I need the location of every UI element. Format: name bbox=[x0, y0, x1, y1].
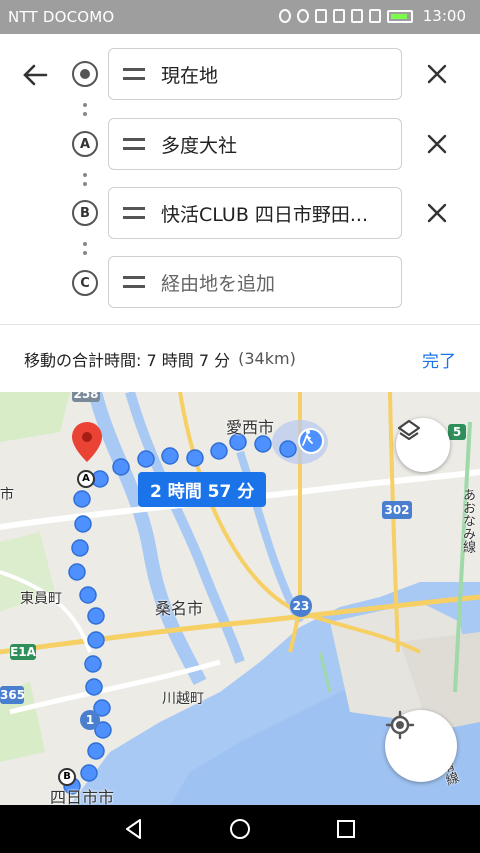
road-shield-258: 258 bbox=[72, 392, 100, 402]
route-connector bbox=[83, 173, 87, 191]
carrier-label: NTT DOCOMO bbox=[8, 8, 115, 26]
route-dot bbox=[210, 442, 228, 460]
route-dot bbox=[87, 607, 105, 625]
waypoint-marker-a: A bbox=[72, 131, 98, 157]
back-arrow-icon[interactable] bbox=[20, 60, 50, 90]
road-shield-302: 302 bbox=[382, 501, 412, 519]
my-location-button[interactable] bbox=[385, 710, 457, 782]
route-dot bbox=[68, 563, 86, 581]
current-location-marker bbox=[72, 61, 98, 87]
route-connector bbox=[83, 103, 87, 121]
system-nav-bar bbox=[0, 805, 480, 853]
map-marker-a[interactable]: A bbox=[77, 470, 95, 488]
road-shield-23: 23 bbox=[290, 595, 312, 617]
destination-pin-icon[interactable] bbox=[71, 422, 103, 470]
battery-icon bbox=[386, 9, 413, 23]
route-dot bbox=[87, 631, 105, 649]
drag-handle-icon[interactable] bbox=[123, 207, 145, 219]
status-bar: NTT DOCOMO 13:00 bbox=[0, 0, 480, 34]
route-dot bbox=[137, 450, 155, 468]
drag-handle-icon[interactable] bbox=[123, 138, 145, 150]
road-shield-e1a: E1A bbox=[10, 644, 36, 660]
nav-home-icon[interactable] bbox=[228, 817, 252, 841]
close-icon[interactable] bbox=[424, 131, 450, 157]
waypoint-field-a[interactable]: 多度大社 bbox=[108, 118, 402, 170]
drag-handle-icon[interactable] bbox=[123, 68, 145, 80]
route-dot bbox=[85, 678, 103, 696]
signal-icon bbox=[368, 9, 381, 23]
place-label-kuwana: 桑名市 bbox=[155, 599, 204, 618]
route-dot bbox=[161, 447, 179, 465]
my-location-icon bbox=[385, 710, 415, 740]
directions-panel: 現在地 A 多度大社 B 快活CLUB 四日市野田... C 経由地を追加 bbox=[0, 34, 480, 324]
waypoint-label: 快活CLUB 四日市野田... bbox=[161, 203, 369, 226]
map-view[interactable]: 愛西市 桑名市 東員町 川越町 四日市市 市 あおなみ線 名鉄常滑線 258 3… bbox=[0, 392, 480, 805]
place-label-kawagoe: 川越町 bbox=[162, 691, 204, 707]
close-icon[interactable] bbox=[424, 61, 450, 87]
route-dot bbox=[84, 655, 102, 673]
nav-back-icon[interactable] bbox=[122, 817, 146, 841]
vibrate-icon bbox=[332, 9, 345, 23]
route-connector bbox=[83, 242, 87, 260]
road-shield-1: 1 bbox=[80, 710, 100, 730]
drag-handle-icon[interactable] bbox=[123, 276, 145, 288]
route-dot bbox=[80, 764, 98, 782]
layers-button[interactable] bbox=[396, 418, 450, 472]
waypoint-label: 多度大社 bbox=[161, 134, 238, 157]
waypoint-marker-c: C bbox=[72, 270, 98, 296]
route-dot bbox=[71, 539, 89, 557]
wifi-icon bbox=[350, 9, 363, 23]
status-icons: 13:00 bbox=[278, 7, 466, 25]
road-shield-5: 5 bbox=[448, 424, 466, 440]
status-time: 13:00 bbox=[422, 7, 466, 25]
rail-label-aonami: あおなみ線 bbox=[460, 488, 475, 553]
road-shield-365: 365 bbox=[0, 686, 26, 704]
waypoint-field-b[interactable]: 快活CLUB 四日市野田... bbox=[108, 187, 402, 239]
add-stop-field[interactable]: 経由地を追加 bbox=[108, 256, 402, 308]
route-dot bbox=[254, 435, 272, 453]
place-label-aisai: 愛西市 bbox=[226, 418, 275, 437]
add-stop-placeholder: 経由地を追加 bbox=[161, 272, 276, 295]
route-dot bbox=[74, 515, 92, 533]
route-dot bbox=[87, 742, 105, 760]
alarm-icon bbox=[278, 9, 291, 23]
location-icon bbox=[296, 9, 309, 23]
walking-icon bbox=[298, 428, 324, 454]
total-distance: (34km) bbox=[238, 349, 296, 368]
place-label-yokkaichi: 四日市市 bbox=[50, 788, 115, 805]
close-icon[interactable] bbox=[424, 200, 450, 226]
waypoint-label: 現在地 bbox=[161, 64, 219, 87]
route-dot bbox=[279, 440, 297, 458]
route-dot bbox=[112, 458, 130, 476]
route-time-badge[interactable]: 2 時間 57 分 bbox=[138, 472, 267, 507]
nav-recents-icon[interactable] bbox=[334, 817, 358, 841]
layers-icon bbox=[397, 419, 421, 441]
route-summary: 移動の合計時間: 7 時間 7 分 (34km) 完了 bbox=[0, 324, 480, 392]
waypoint-marker-b: B bbox=[72, 200, 98, 226]
bluetooth-icon bbox=[314, 9, 327, 23]
route-dot bbox=[79, 586, 97, 604]
route-dot bbox=[186, 449, 204, 467]
waypoint-field-current[interactable]: 現在地 bbox=[108, 48, 402, 100]
total-time: 移動の合計時間: 7 時間 7 分 bbox=[24, 350, 231, 370]
route-dot bbox=[73, 490, 91, 508]
map-marker-b[interactable]: B bbox=[58, 768, 76, 786]
done-button[interactable]: 完了 bbox=[422, 347, 456, 372]
place-label-edge: 市 bbox=[0, 487, 14, 503]
place-label-toinsho: 東員町 bbox=[20, 591, 62, 607]
